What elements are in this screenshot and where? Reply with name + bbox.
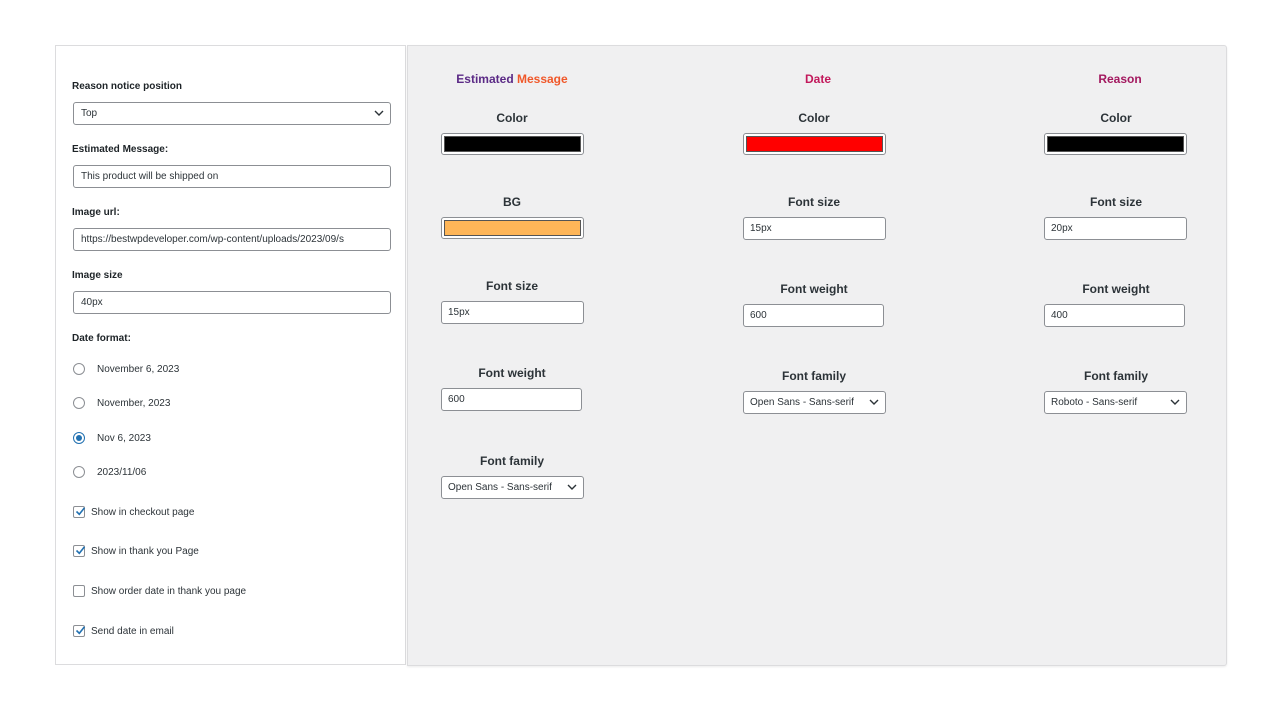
estimated-font-family-value: Open Sans - Sans-serif bbox=[448, 482, 552, 493]
reason-font-weight-input[interactable]: 400 bbox=[1044, 304, 1185, 327]
reason-font-family-select[interactable]: Roboto - Sans-serif bbox=[1044, 391, 1187, 414]
date-format-option-label: Nov 6, 2023 bbox=[97, 432, 151, 444]
estimated-color-picker[interactable] bbox=[441, 133, 584, 155]
date-font-weight-label: Font weight bbox=[780, 282, 848, 296]
position-label: Reason notice position bbox=[72, 81, 183, 92]
estimated-font-family-select[interactable]: Open Sans - Sans-serif bbox=[441, 476, 584, 499]
checkmark-icon bbox=[75, 507, 86, 516]
general-settings-panel: Reason notice position Top Estimated Mes… bbox=[55, 45, 406, 665]
chevron-down-icon bbox=[567, 484, 577, 490]
date-font-family-label: Font family bbox=[781, 369, 846, 383]
date-format-option[interactable]: 2023/11/06 bbox=[73, 465, 146, 479]
date-font-family-select[interactable]: Open Sans - Sans-serif bbox=[743, 391, 886, 414]
chevron-down-icon bbox=[374, 110, 384, 116]
estimated-color-swatch bbox=[444, 136, 581, 152]
reason-color-picker[interactable] bbox=[1044, 133, 1187, 155]
date-color-swatch bbox=[746, 136, 883, 152]
image-size-label: Image size bbox=[72, 270, 123, 281]
image-url-label: Image url: bbox=[72, 207, 120, 218]
style-settings-panel: Estimated Message Color BG Font size 15p… bbox=[407, 45, 1227, 666]
estimated-message-input[interactable]: This product will be shipped on bbox=[73, 165, 391, 188]
order-date-label: Show order date in thank you page bbox=[91, 585, 247, 597]
reason-color-swatch bbox=[1047, 136, 1184, 152]
estimated-title-part1: Estimated bbox=[456, 72, 517, 86]
reason-title: Reason bbox=[1098, 72, 1142, 86]
date-color-label: Color bbox=[798, 111, 830, 125]
date-format-option-label: November 6, 2023 bbox=[97, 363, 180, 375]
estimated-font-size-input[interactable]: 15px bbox=[441, 301, 584, 324]
estimated-color-label: Color bbox=[496, 111, 528, 125]
date-format-option[interactable]: November, 2023 bbox=[73, 396, 170, 410]
send-email-option[interactable]: Send date in email bbox=[73, 624, 174, 638]
radio-button[interactable] bbox=[73, 363, 85, 375]
reason-font-size-label: Font size bbox=[1089, 195, 1142, 209]
image-url-input[interactable]: https://bestwpdeveloper.com/wp-content/u… bbox=[73, 228, 391, 251]
date-format-option[interactable]: November 6, 2023 bbox=[73, 362, 179, 376]
radio-button-selected[interactable] bbox=[73, 432, 85, 444]
reason-font-weight-label: Font weight bbox=[1082, 282, 1150, 296]
checkbox-unchecked[interactable] bbox=[73, 585, 85, 597]
date-format-option-label: 2023/11/06 bbox=[97, 466, 147, 478]
date-format-option-label: November, 2023 bbox=[97, 397, 171, 409]
estimated-font-weight-input[interactable]: 600 bbox=[441, 388, 582, 411]
date-title: Date bbox=[804, 72, 831, 86]
date-font-size-input[interactable]: 15px bbox=[743, 217, 886, 240]
estimated-message-label: Estimated Message: bbox=[72, 144, 169, 155]
estimated-bg-swatch bbox=[444, 220, 581, 236]
thank-you-page-option[interactable]: Show in thank you Page bbox=[73, 544, 199, 558]
checkmark-icon bbox=[75, 546, 86, 555]
checkout-page-label: Show in checkout page bbox=[91, 506, 195, 518]
reason-color-label: Color bbox=[1100, 111, 1132, 125]
chevron-down-icon bbox=[1170, 399, 1180, 405]
thank-you-page-label: Show in thank you Page bbox=[91, 545, 199, 557]
position-select[interactable]: Top bbox=[73, 102, 391, 125]
date-color-picker[interactable] bbox=[743, 133, 886, 155]
estimated-message-title: Estimated Message bbox=[427, 72, 597, 86]
estimated-bg-picker[interactable] bbox=[441, 217, 584, 239]
estimated-bg-label: BG bbox=[503, 195, 521, 209]
radio-button[interactable] bbox=[73, 397, 85, 409]
estimated-font-family-label: Font family bbox=[479, 454, 544, 468]
radio-button[interactable] bbox=[73, 466, 85, 478]
image-size-input[interactable]: 40px bbox=[73, 291, 391, 314]
estimated-font-weight-label: Font weight bbox=[478, 366, 546, 380]
date-font-weight-input[interactable]: 600 bbox=[743, 304, 884, 327]
checkbox-checked[interactable] bbox=[73, 545, 86, 557]
reason-font-size-input[interactable]: 20px bbox=[1044, 217, 1187, 240]
date-font-family-value: Open Sans - Sans-serif bbox=[750, 397, 854, 408]
order-date-option[interactable]: Show order date in thank you page bbox=[73, 584, 246, 598]
estimated-title-part2: Message bbox=[516, 72, 568, 86]
date-format-option[interactable]: Nov 6, 2023 bbox=[73, 431, 151, 445]
reason-font-family-label: Font family bbox=[1083, 369, 1148, 383]
date-format-label: Date format: bbox=[72, 333, 131, 344]
reason-font-family-value: Roboto - Sans-serif bbox=[1051, 397, 1138, 408]
send-email-label: Send date in email bbox=[91, 625, 174, 637]
estimated-font-size-label: Font size bbox=[485, 279, 538, 293]
checkout-page-option[interactable]: Show in checkout page bbox=[73, 505, 194, 519]
checkbox-checked[interactable] bbox=[73, 625, 86, 637]
chevron-down-icon bbox=[869, 399, 879, 405]
checkmark-icon bbox=[75, 626, 86, 635]
date-font-size-label: Font size bbox=[787, 195, 840, 209]
checkbox-checked[interactable] bbox=[73, 506, 86, 518]
position-value: Top bbox=[81, 108, 98, 119]
